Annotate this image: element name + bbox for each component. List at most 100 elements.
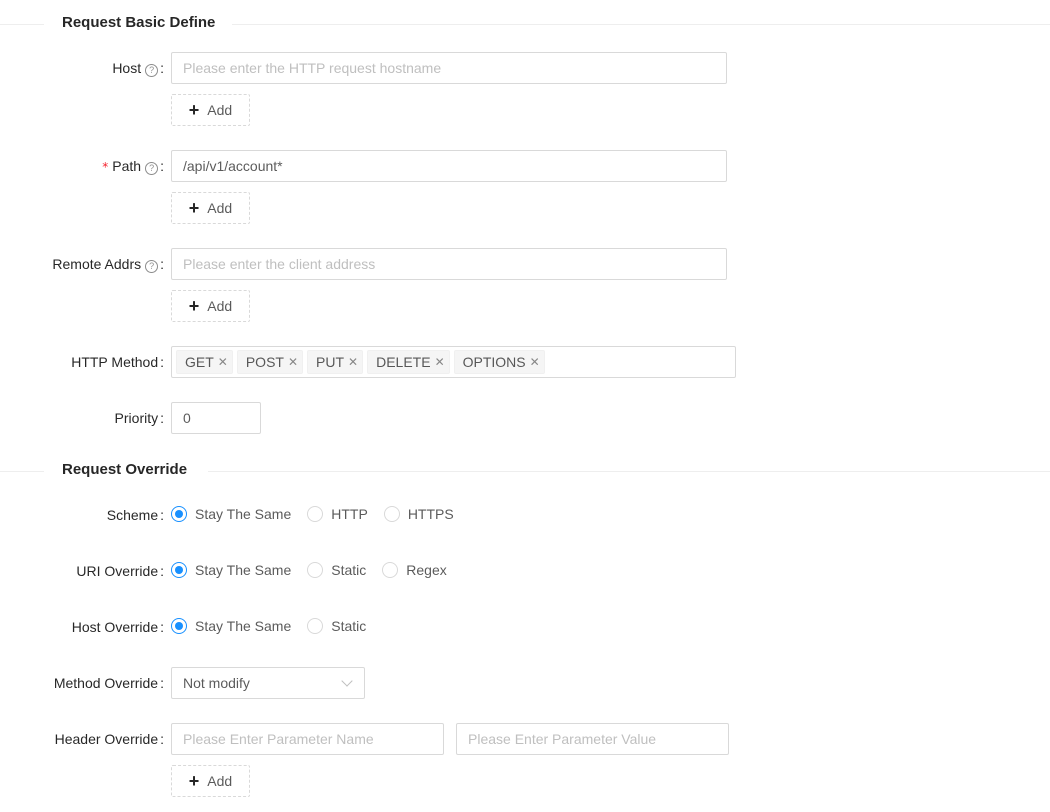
close-icon[interactable]: ✕ bbox=[530, 355, 540, 369]
tag-label: PUT bbox=[316, 354, 345, 370]
colon: : bbox=[160, 675, 164, 691]
option-label: Static bbox=[331, 562, 367, 578]
option-label: Static bbox=[331, 618, 367, 634]
close-icon[interactable]: ✕ bbox=[288, 355, 298, 369]
divider-line bbox=[0, 24, 44, 25]
divider-line bbox=[0, 471, 44, 472]
uri-option-stay[interactable]: Stay The Same bbox=[171, 562, 291, 578]
host-add-button[interactable]: + Add bbox=[171, 94, 250, 126]
tag-label: DELETE bbox=[376, 354, 431, 370]
priority-label-text: Priority bbox=[114, 410, 159, 426]
method-tag-options: OPTIONS ✕ bbox=[453, 350, 545, 374]
method-tag-delete: DELETE ✕ bbox=[367, 350, 450, 374]
scheme-option-http[interactable]: HTTP bbox=[307, 506, 368, 522]
uri-override-label-text: URI Override bbox=[76, 563, 159, 579]
radio-icon bbox=[382, 562, 399, 578]
path-label: * Path?: bbox=[102, 158, 164, 175]
radio-icon bbox=[383, 506, 400, 522]
uri-override-radio-group: Stay The Same Static Regex bbox=[171, 562, 463, 578]
uri-override-label: URI Override: bbox=[76, 563, 164, 579]
plus-icon: + bbox=[188, 100, 200, 120]
colon: : bbox=[160, 158, 164, 174]
close-icon[interactable]: ✕ bbox=[435, 355, 445, 369]
path-label-text: Path bbox=[112, 158, 142, 174]
help-icon[interactable]: ? bbox=[145, 260, 159, 273]
uri-option-regex[interactable]: Regex bbox=[382, 562, 447, 578]
add-label: Add bbox=[207, 102, 233, 118]
colon: : bbox=[160, 731, 164, 747]
radio-icon bbox=[307, 618, 324, 634]
colon: : bbox=[160, 354, 164, 370]
host-input[interactable] bbox=[171, 52, 727, 84]
radio-checked-icon bbox=[171, 506, 187, 522]
radio-icon bbox=[307, 562, 324, 578]
host-label: Host?: bbox=[112, 60, 164, 77]
path-add-button[interactable]: + Add bbox=[171, 192, 250, 224]
method-tag-put: PUT ✕ bbox=[307, 350, 364, 374]
method-override-label: Method Override: bbox=[54, 675, 164, 691]
host-option-stay[interactable]: Stay The Same bbox=[171, 618, 291, 634]
help-icon[interactable]: ? bbox=[145, 64, 159, 77]
method-override-label-text: Method Override bbox=[53, 675, 159, 691]
header-override-label: Header Override: bbox=[55, 731, 164, 747]
header-name-input[interactable] bbox=[171, 723, 444, 755]
colon: : bbox=[160, 507, 164, 523]
host-label-text: Host bbox=[112, 60, 142, 76]
divider-line bbox=[232, 24, 1050, 25]
option-label: Stay The Same bbox=[195, 562, 292, 578]
colon: : bbox=[160, 563, 164, 579]
tag-label: OPTIONS bbox=[462, 354, 526, 370]
colon: : bbox=[160, 256, 164, 272]
close-icon[interactable]: ✕ bbox=[348, 355, 358, 369]
tag-label: POST bbox=[245, 354, 284, 370]
radio-icon bbox=[307, 506, 324, 522]
priority-label: Priority: bbox=[115, 410, 164, 426]
option-label: Regex bbox=[406, 562, 447, 578]
method-override-select[interactable]: Not modify bbox=[171, 667, 365, 699]
section-title-basic: Request Basic Define bbox=[62, 14, 216, 31]
http-method-select[interactable]: GET ✕ POST ✕ PUT ✕ DELETE ✕ OPTIONS ✕ bbox=[171, 346, 736, 378]
section-divider-override: Request Override bbox=[0, 461, 1050, 478]
priority-input[interactable] bbox=[171, 402, 261, 434]
method-override-value: Not modify bbox=[183, 675, 250, 691]
radio-checked-icon bbox=[171, 562, 187, 578]
scheme-label-text: Scheme bbox=[106, 507, 159, 523]
host-override-radio-group: Stay The Same Static bbox=[171, 618, 382, 634]
add-label: Add bbox=[207, 298, 233, 314]
remote-addrs-add-button[interactable]: + Add bbox=[171, 290, 250, 322]
host-option-static[interactable]: Static bbox=[307, 618, 366, 634]
header-value-input[interactable] bbox=[456, 723, 729, 755]
remote-addrs-input[interactable] bbox=[171, 248, 727, 280]
header-override-label-text: Header Override bbox=[54, 731, 159, 747]
add-label: Add bbox=[207, 773, 233, 789]
required-mark: * bbox=[102, 160, 109, 174]
option-label: Stay The Same bbox=[195, 618, 292, 634]
remote-addrs-label: Remote Addrs?: bbox=[52, 256, 164, 273]
uri-option-static[interactable]: Static bbox=[307, 562, 366, 578]
scheme-radio-group: Stay The Same HTTP HTTPS bbox=[171, 506, 470, 522]
remote-addrs-label-text: Remote Addrs bbox=[52, 256, 142, 272]
colon: : bbox=[160, 60, 164, 76]
method-tag-get: GET ✕ bbox=[176, 350, 233, 374]
http-method-label-text: HTTP Method bbox=[71, 354, 159, 370]
help-icon[interactable]: ? bbox=[145, 162, 159, 175]
scheme-label: Scheme: bbox=[107, 507, 164, 523]
section-title-override: Request Override bbox=[62, 461, 188, 478]
path-input[interactable] bbox=[171, 150, 727, 182]
option-label: HTTPS bbox=[407, 506, 454, 522]
tag-label: GET bbox=[185, 354, 214, 370]
scheme-option-https[interactable]: HTTPS bbox=[383, 506, 454, 522]
scheme-option-stay[interactable]: Stay The Same bbox=[171, 506, 291, 522]
radio-checked-icon bbox=[171, 618, 187, 634]
divider-line bbox=[208, 471, 1050, 472]
header-add-button[interactable]: + Add bbox=[171, 765, 250, 797]
option-label: Stay The Same bbox=[195, 506, 292, 522]
host-override-label-text: Host Override bbox=[71, 619, 159, 635]
add-label: Add bbox=[207, 200, 233, 216]
http-method-label: HTTP Method: bbox=[71, 354, 164, 370]
colon: : bbox=[160, 410, 164, 426]
section-divider-basic: Request Basic Define bbox=[0, 14, 1050, 31]
plus-icon: + bbox=[188, 771, 200, 791]
close-icon[interactable]: ✕ bbox=[218, 355, 228, 369]
colon: : bbox=[160, 619, 164, 635]
